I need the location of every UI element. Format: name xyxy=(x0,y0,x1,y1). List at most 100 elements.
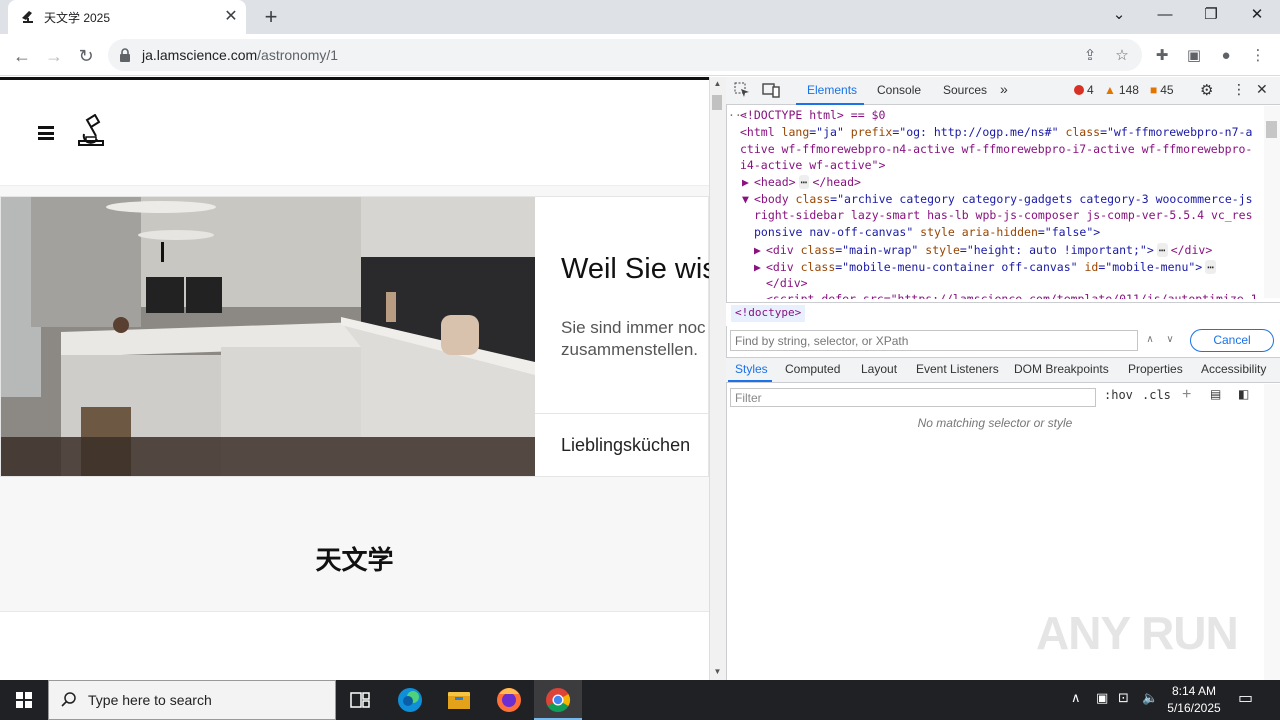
share-icon[interactable]: ⇪ xyxy=(1077,43,1103,69)
subtab-accessibility[interactable]: Accessibility xyxy=(1201,362,1266,376)
new-style-rule-icon[interactable]: + xyxy=(1182,386,1191,404)
task-view-icon[interactable] xyxy=(336,680,384,720)
ellipsis-icon[interactable]: ⋯ xyxy=(1205,260,1217,274)
more-tabs-chevron-icon[interactable]: » xyxy=(1000,81,1008,97)
taskbar-clock[interactable]: 8:14 AM 5/16/2025 xyxy=(1160,683,1228,717)
warning-count-badge[interactable]: ▲ 148 xyxy=(1104,83,1139,97)
notifications-icon[interactable]: ▭ xyxy=(1238,688,1253,708)
toggle-sidebar-icon[interactable]: ◧ xyxy=(1238,387,1249,401)
microscope-logo-icon[interactable] xyxy=(76,113,106,148)
extensions-icon[interactable]: ✚ xyxy=(1149,43,1175,69)
devtools-close-icon[interactable]: ✕ xyxy=(1256,81,1268,98)
browser-menu-icon[interactable]: ⋮ xyxy=(1245,43,1271,69)
active-tab-indicator xyxy=(796,103,864,105)
hamburger-menu-icon[interactable] xyxy=(38,126,54,140)
dom-attr-name: class xyxy=(1065,125,1101,139)
subtab-styles[interactable]: Styles xyxy=(735,362,768,376)
taskbar-search-placeholder: Type here to search xyxy=(88,692,212,708)
find-previous-icon[interactable]: ∧ xyxy=(1142,332,1158,348)
tab-close-icon[interactable]: ✕ xyxy=(222,8,240,26)
devtools-menu-icon[interactable]: ⋮ xyxy=(1232,81,1246,98)
site-favicon-icon xyxy=(20,9,36,25)
edge-browser-icon[interactable] xyxy=(386,680,434,720)
styles-filter-input[interactable]: Filter xyxy=(730,388,1096,407)
chrome-icon[interactable] xyxy=(534,680,582,720)
network-icon[interactable]: ⊡ xyxy=(1118,690,1129,706)
dom-tag: <html xyxy=(740,125,782,139)
device-tray-icon[interactable]: ▣ xyxy=(1096,690,1108,706)
dom-line-html-end: i4-active wf-active"> xyxy=(740,158,886,172)
firefox-icon[interactable] xyxy=(485,680,533,720)
paint-brush-icon[interactable]: ▤ xyxy=(1210,387,1221,401)
tab-search-icon[interactable]: ⌄ xyxy=(1096,0,1142,30)
subtab-dom-breakpoints[interactable]: DOM Breakpoints xyxy=(1014,362,1109,376)
expand-triangle-icon[interactable]: ▶ xyxy=(754,259,761,276)
ellipsis-icon[interactable]: ⋯ xyxy=(798,175,810,189)
subtab-layout[interactable]: Layout xyxy=(861,362,897,376)
collapse-triangle-icon[interactable]: ▼ xyxy=(742,191,749,208)
profile-avatar-icon[interactable]: ● xyxy=(1213,43,1239,69)
page-scrollbar[interactable] xyxy=(709,77,726,680)
volume-icon[interactable]: 🔈 xyxy=(1142,690,1158,706)
error-count: 4 xyxy=(1087,83,1094,97)
bookmark-star-icon[interactable]: ☆ xyxy=(1109,43,1135,69)
kitchen-image[interactable] xyxy=(1,197,535,476)
reload-button[interactable]: ↻ xyxy=(73,43,99,69)
devtools-tab-sources[interactable]: Sources xyxy=(943,83,987,97)
windows-start-icon[interactable] xyxy=(0,680,48,720)
dom-attr-name: class xyxy=(800,260,836,274)
hov-toggle[interactable]: :hov xyxy=(1104,388,1133,402)
subtab-event-listeners[interactable]: Event Listeners xyxy=(916,362,999,376)
devtools-tab-elements[interactable]: Elements xyxy=(807,83,857,97)
scroll-up-arrow-icon[interactable]: ▲ xyxy=(709,78,726,90)
error-icon xyxy=(1074,85,1084,95)
dom-attr-value: ="false"> xyxy=(1037,225,1101,239)
close-window-button[interactable]: ✕ xyxy=(1234,0,1280,30)
devtools-tab-console[interactable]: Console xyxy=(877,83,921,97)
dom-line-div-close[interactable]: </div> xyxy=(766,275,808,292)
dom-line-main-wrap[interactable]: <div class="main-wrap" style="height: au… xyxy=(766,242,1212,259)
side-panel-icon[interactable]: ▣ xyxy=(1181,43,1207,69)
cancel-button[interactable]: Cancel xyxy=(1190,329,1274,352)
error-count-badge[interactable]: 4 xyxy=(1074,83,1094,97)
scroll-down-arrow-icon[interactable]: ▼ xyxy=(709,666,726,678)
page-scrollbar-thumb[interactable] xyxy=(712,95,722,110)
dom-tag: <body xyxy=(754,192,796,206)
dom-line-body[interactable]: <body class="archive category category-g… xyxy=(754,191,1253,208)
dom-line-script[interactable]: <script defer src="https://lamscience.co… xyxy=(766,291,1258,299)
dom-line-html[interactable]: <html lang="ja" prefix="og: http://ogp.m… xyxy=(740,124,1252,141)
find-next-icon[interactable]: ∨ xyxy=(1162,332,1178,348)
restore-button[interactable]: ❐ xyxy=(1188,0,1234,30)
styles-scrollbar[interactable] xyxy=(1264,384,1280,680)
dom-line-doctype[interactable]: <!DOCTYPE html> == $0 xyxy=(740,107,885,124)
subtab-computed[interactable]: Computed xyxy=(785,362,840,376)
find-in-dom-input[interactable]: Find by string, selector, or XPath xyxy=(730,330,1138,351)
issues-count-badge[interactable]: ■ 45 xyxy=(1150,83,1174,97)
lock-icon[interactable] xyxy=(119,48,131,62)
url-text[interactable]: ja.lamscience.com/astronomy/1 xyxy=(142,47,338,63)
issues-icon: ■ xyxy=(1150,83,1158,97)
device-toolbar-icon[interactable] xyxy=(762,82,780,98)
breadcrumb[interactable]: <!doctype> xyxy=(731,305,806,322)
devtools-settings-gear-icon[interactable]: ⚙ xyxy=(1200,81,1213,99)
dom-tree-scrollbar-thumb[interactable] xyxy=(1266,121,1277,138)
new-tab-button[interactable]: + xyxy=(258,4,284,30)
dom-attr-value: ="main-wrap" xyxy=(835,243,926,257)
show-hidden-icons-chevron-icon[interactable]: ∧ xyxy=(1071,690,1081,706)
subtab-properties[interactable]: Properties xyxy=(1128,362,1183,376)
dom-line-mobile-menu[interactable]: <div class="mobile-menu-container off-ca… xyxy=(766,259,1217,276)
ellipsis-icon[interactable]: ⋯ xyxy=(1156,243,1168,257)
minimize-button[interactable]: — xyxy=(1142,0,1188,30)
hero-link[interactable]: Lieblingsküchen xyxy=(561,435,690,456)
back-button[interactable]: ← xyxy=(9,43,35,69)
expand-triangle-icon[interactable]: ▶ xyxy=(742,174,749,191)
dom-line-head[interactable]: <head> ⋯ </head> xyxy=(754,174,861,191)
forward-button[interactable]: → xyxy=(41,43,67,69)
page-top-border xyxy=(0,77,709,80)
dom-attr-name: class xyxy=(795,192,831,206)
file-explorer-icon[interactable] xyxy=(435,680,483,720)
clock-date: 5/16/2025 xyxy=(1167,701,1221,715)
expand-triangle-icon[interactable]: ▶ xyxy=(754,242,761,259)
inspect-element-icon[interactable] xyxy=(734,82,750,98)
cls-toggle[interactable]: .cls xyxy=(1142,388,1171,402)
